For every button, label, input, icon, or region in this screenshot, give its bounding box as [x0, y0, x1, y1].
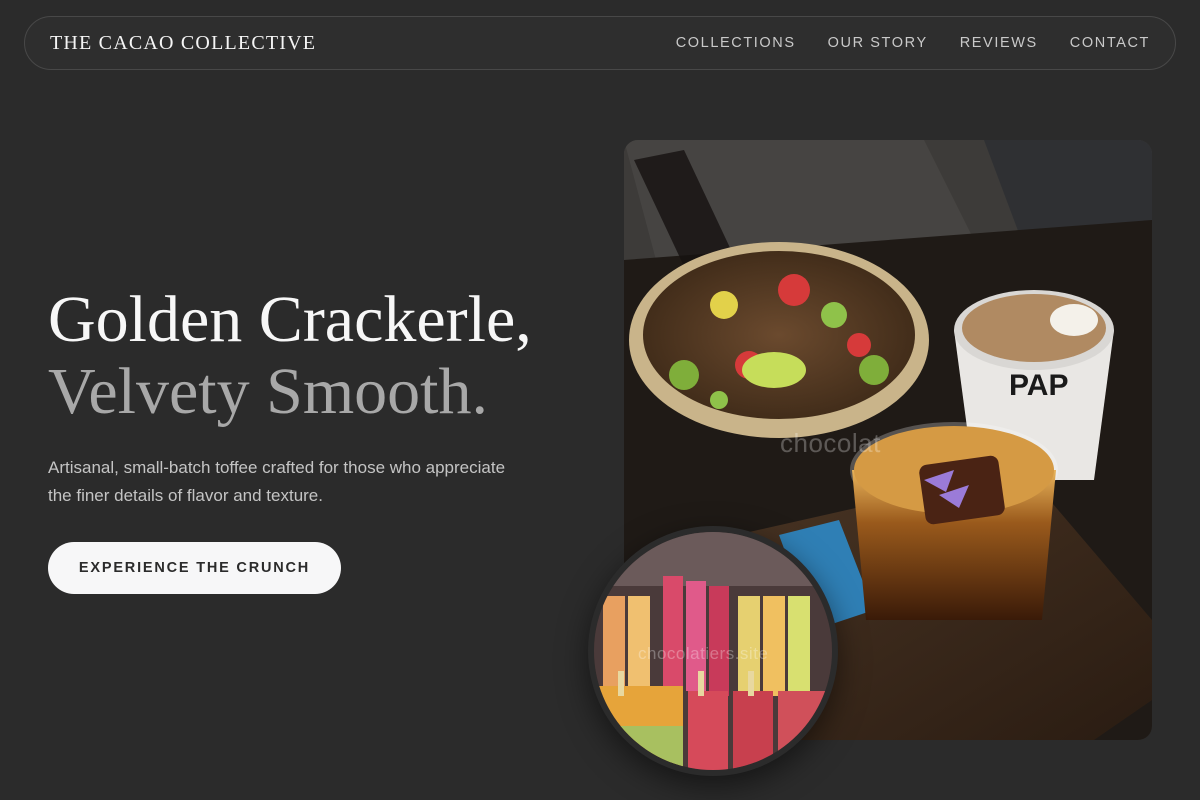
nav-item-reviews[interactable]: REVIEWS	[960, 35, 1038, 51]
experience-crunch-button[interactable]: EXPERIENCE THE CRUNCH	[48, 542, 341, 594]
hero-title-line1: Golden Crackerle,	[48, 283, 532, 356]
hero-title: Golden Crackerle, Velvety Smooth.	[48, 284, 532, 428]
cup-brand-text: PAP	[1009, 369, 1068, 402]
nav-item-contact[interactable]: CONTACT	[1070, 35, 1150, 51]
hero-description: Artisanal, small-batch toffee crafted fo…	[48, 458, 506, 505]
brand-logo[interactable]: THE CACAO COLLECTIVE	[50, 32, 316, 55]
nav-links: COLLECTIONS OUR STORY REVIEWS CONTACT	[676, 35, 1150, 51]
landing-page: THE CACAO COLLECTIVE COLLECTIONS OUR STO…	[0, 0, 1200, 800]
top-nav: THE CACAO COLLECTIVE COLLECTIONS OUR STO…	[24, 16, 1176, 70]
nav-item-our-story[interactable]: OUR STORY	[828, 35, 928, 51]
hero-circle-photo: chocolatiers.site	[588, 526, 838, 776]
popsicles-illustration	[594, 532, 832, 770]
hero-title-line2: Velvety Smooth.	[48, 355, 488, 428]
nav-item-collections[interactable]: COLLECTIONS	[676, 35, 796, 51]
